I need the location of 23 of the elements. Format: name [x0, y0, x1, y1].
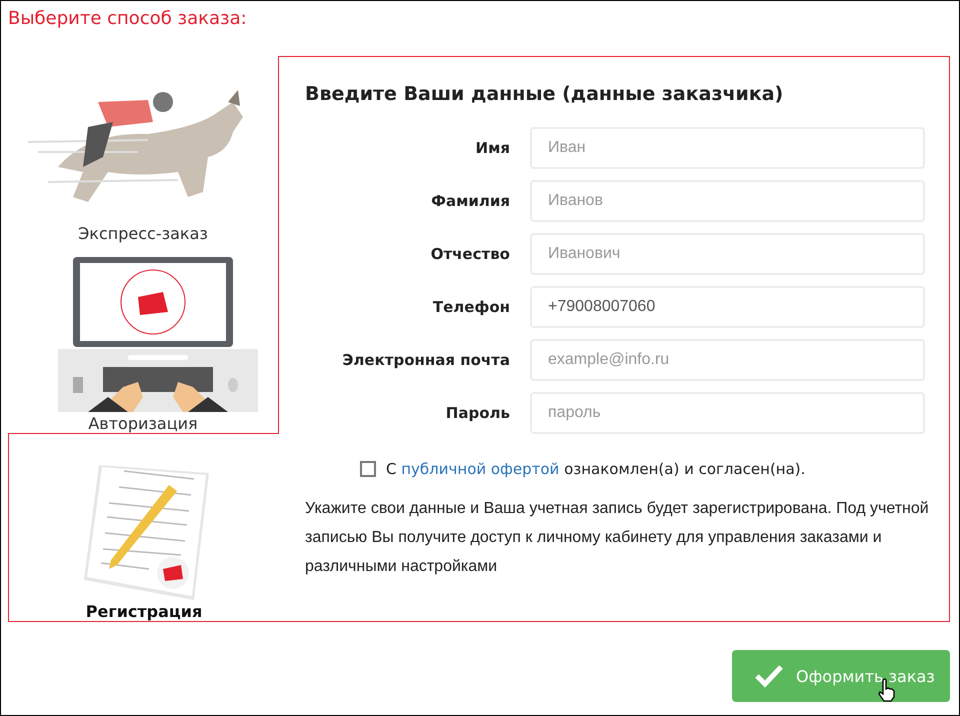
field-label: Отчество [430, 245, 510, 263]
form-title: Введите Ваши данные (данные заказчика) [305, 83, 784, 105]
agreement-text: С публичной офертой ознакомлен(а) и согласен(на). [386, 460, 806, 478]
field-label: Пароль [444, 404, 510, 422]
offer-link[interactable]: публичной офертой [401, 460, 560, 478]
field-label: Телефон [432, 298, 510, 316]
option-label: Регистрация [86, 602, 202, 621]
selected-option-tab[interactable]: Регистрация [8, 433, 279, 622]
field-label: Электронная почта [341, 351, 510, 369]
input-field[interactable]: +79008007060 [530, 286, 925, 328]
option-label: Экспресс-заказ [78, 224, 208, 243]
check-icon [754, 664, 784, 688]
input-field[interactable]: example@info.ru [530, 339, 925, 381]
input-field[interactable]: Иванов [530, 180, 925, 222]
option-label: Авторизация [88, 414, 198, 433]
input-field[interactable]: пароль [530, 392, 925, 434]
checkbox[interactable] [360, 461, 376, 477]
input-field[interactable]: Иван [530, 127, 925, 169]
field-label: Имя [474, 139, 510, 157]
page-heading: Выберите способ заказа: [7, 7, 248, 31]
field-label: Фамилия [430, 192, 510, 210]
info-text: Укажите свои данные и Ваша учетная запись будет зарегистрирована. Под учетной записью Вы получите доступ к личному кабинету для управления заказами и различными настройками [305, 499, 929, 577]
input-field[interactable]: Иванович [530, 233, 925, 275]
